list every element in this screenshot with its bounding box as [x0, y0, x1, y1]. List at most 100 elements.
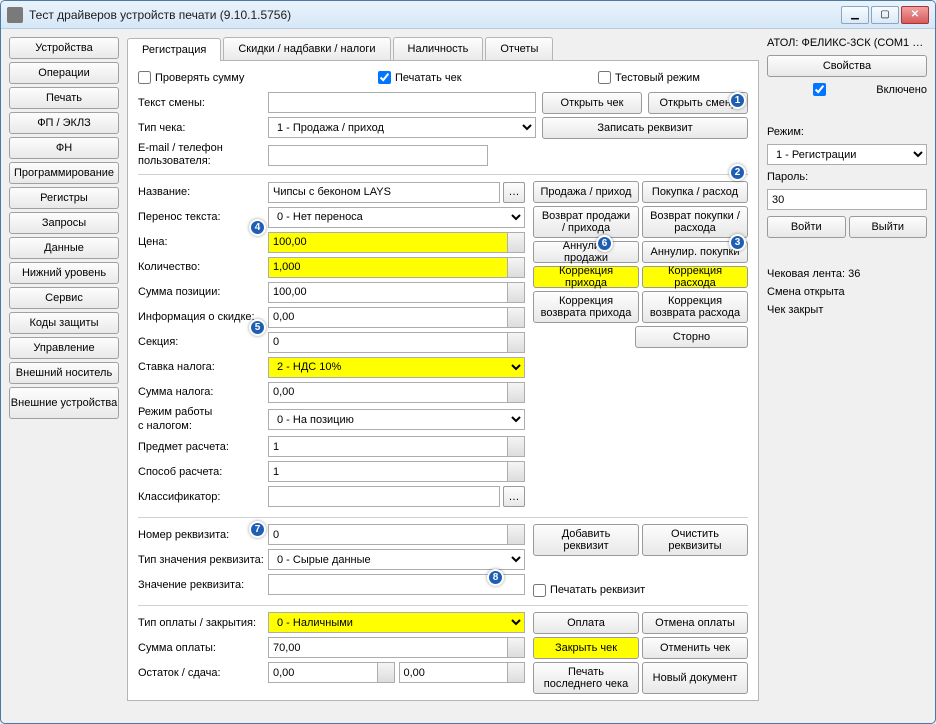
nav-control[interactable]: Управление: [9, 337, 119, 359]
nav-external-storage[interactable]: Внешний носитель: [9, 362, 119, 384]
storno-button[interactable]: Сторно: [635, 326, 748, 348]
payment-button[interactable]: Оплата: [533, 612, 639, 634]
clear-req-button[interactable]: Очистить реквизиты: [642, 524, 748, 556]
pay-sum-label: Сумма оплаты:: [138, 642, 268, 654]
print-last-button[interactable]: Печать последнего чека: [533, 662, 639, 694]
corr-ret-expense-button[interactable]: Коррекция возврата расхода: [642, 291, 748, 323]
enabled-input[interactable]: [767, 83, 872, 96]
name-browse-button[interactable]: …: [503, 182, 525, 203]
tab-registration[interactable]: Регистрация: [127, 38, 221, 61]
close-receipt-button[interactable]: Закрыть чек: [533, 637, 639, 659]
remainder-label: Остаток / сдача:: [138, 667, 268, 679]
shift-text-input[interactable]: [268, 92, 536, 113]
device-name: АТОЛ: ФЕЛИКС-3СК (COM1 …: [767, 37, 927, 49]
nav-protection-codes[interactable]: Коды защиты: [9, 312, 119, 334]
marker-3: 3: [729, 234, 746, 251]
calc-method-label: Способ расчета:: [138, 466, 268, 478]
verify-sum-checkbox[interactable]: Проверять сумму: [138, 71, 378, 84]
print-receipt-checkbox[interactable]: Печатать чек: [378, 71, 598, 84]
receipt-status: Чек закрыт: [767, 304, 927, 316]
cancel-receipt-button[interactable]: Отменить чек: [642, 637, 748, 659]
corr-income-button[interactable]: Коррекция прихода: [533, 266, 639, 288]
req-val-type-label: Тип значения реквизита:: [138, 554, 268, 566]
nav-fp-eklz[interactable]: ФП / ЭКЛЗ: [9, 112, 119, 134]
price-input[interactable]: 100,00▲▼: [268, 232, 525, 253]
tax-mode-select[interactable]: 0 - На позицию: [268, 409, 525, 430]
pos-sum-input[interactable]: 100,00▲▼: [268, 282, 525, 303]
minimize-button[interactable]: ▁: [841, 6, 869, 24]
password-input[interactable]: [767, 189, 927, 210]
nav-lower-level[interactable]: Нижний уровень: [9, 262, 119, 284]
nav-fn[interactable]: ФН: [9, 137, 119, 159]
test-mode-input[interactable]: [598, 71, 611, 84]
text-wrap-select[interactable]: 0 - Нет переноса: [268, 207, 525, 228]
nav-service[interactable]: Сервис: [9, 287, 119, 309]
nav-registers[interactable]: Регистры: [9, 187, 119, 209]
tab-reports[interactable]: Отчеты: [485, 37, 553, 60]
mode-select[interactable]: 1 - Регистрации: [767, 144, 927, 165]
open-receipt-button[interactable]: Открыть чек: [542, 92, 642, 114]
calc-method-input[interactable]: 1▲▼: [268, 461, 525, 482]
write-req-button[interactable]: Записать реквизит: [542, 117, 748, 139]
nav-data[interactable]: Данные: [9, 237, 119, 259]
tab-cash[interactable]: Наличность: [393, 37, 484, 60]
corr-ret-income-button[interactable]: Коррекция возврата прихода: [533, 291, 639, 323]
nav-requests[interactable]: Запросы: [9, 212, 119, 234]
logout-button[interactable]: Выйти: [849, 216, 928, 238]
pay-sum-input[interactable]: 70,00▲▼: [268, 637, 525, 658]
receipt-type-select[interactable]: 1 - Продажа / приход: [268, 117, 536, 138]
left-nav: Устройства Операции Печать ФП / ЭКЛЗ ФН …: [9, 37, 119, 715]
properties-button[interactable]: Свойства: [767, 55, 927, 77]
section-input[interactable]: 0▲▼: [268, 332, 525, 353]
test-mode-checkbox[interactable]: Тестовый режим: [598, 71, 700, 84]
nav-external-devices[interactable]: Внешние устройства: [9, 387, 119, 419]
annul-sale-button[interactable]: Аннулир. продажи: [533, 241, 639, 263]
sale-income-button[interactable]: Продажа / приход: [533, 181, 639, 203]
password-label: Пароль:: [767, 171, 927, 183]
marker-5: 5: [249, 319, 266, 336]
add-req-button[interactable]: Добавить реквизит: [533, 524, 639, 556]
discount-info-input[interactable]: 0,00▲▼: [268, 307, 525, 328]
close-button[interactable]: ✕: [901, 6, 929, 24]
name-input[interactable]: [268, 182, 500, 203]
verify-sum-input[interactable]: [138, 71, 151, 84]
print-req-checkbox[interactable]: Печатать реквизит: [533, 584, 748, 597]
tab-body: Проверять сумму Печатать чек Тестовый ре…: [127, 61, 759, 701]
enabled-checkbox[interactable]: Включено: [767, 83, 927, 96]
req-val-type-select[interactable]: 0 - Сырые данные: [268, 549, 525, 570]
main-window: Тест драйверов устройств печати (9.10.1.…: [0, 0, 936, 724]
cancel-payment-button[interactable]: Отмена оплаты: [642, 612, 748, 634]
req-num-input[interactable]: 0▲▼: [268, 524, 525, 545]
req-val-label: Значение реквизита:: [138, 579, 268, 591]
login-button[interactable]: Войти: [767, 216, 846, 238]
remainder1-input[interactable]: 0,00▲▼: [268, 662, 395, 683]
tab-discounts[interactable]: Скидки / надбавки / налоги: [223, 37, 390, 60]
pay-close-type-select[interactable]: 0 - Наличными: [268, 612, 525, 633]
right-panel: АТОЛ: ФЕЛИКС-3СК (COM1 … Свойства Включе…: [767, 37, 927, 715]
maximize-button[interactable]: ▢: [871, 6, 899, 24]
discount-info-label: Информация о скидке:: [138, 311, 268, 323]
marker-8: 8: [487, 569, 504, 586]
tax-sum-input[interactable]: 0,00▲▼: [268, 382, 525, 403]
buy-expense-button[interactable]: Покупка / расход: [642, 181, 748, 203]
nav-operations[interactable]: Операции: [9, 62, 119, 84]
new-doc-button[interactable]: Новый документ: [642, 662, 748, 694]
corr-expense-button[interactable]: Коррекция расхода: [642, 266, 748, 288]
classifier-input[interactable]: [268, 486, 500, 507]
user-contact-input[interactable]: [268, 145, 488, 166]
nav-print[interactable]: Печать: [9, 87, 119, 109]
return-sale-button[interactable]: Возврат продажи / прихода: [533, 206, 639, 238]
window-title: Тест драйверов устройств печати (9.10.1.…: [29, 8, 841, 22]
print-req-input[interactable]: [533, 584, 546, 597]
nav-programming[interactable]: Программирование: [9, 162, 119, 184]
calc-subject-input[interactable]: 1▲▼: [268, 436, 525, 457]
print-receipt-input[interactable]: [378, 71, 391, 84]
op-buttons-column: Продажа / приходПокупка / расход Возврат…: [533, 181, 748, 510]
remainder2-input[interactable]: 0,00▲▼: [399, 662, 526, 683]
tax-rate-select[interactable]: 2 - НДС 10%: [268, 357, 525, 378]
qty-input[interactable]: 1,000▲▼: [268, 257, 525, 278]
classifier-browse-button[interactable]: …: [503, 486, 525, 507]
nav-devices[interactable]: Устройства: [9, 37, 119, 59]
return-buy-button[interactable]: Возврат покупки / расхода: [642, 206, 748, 238]
marker-7: 7: [249, 521, 266, 538]
